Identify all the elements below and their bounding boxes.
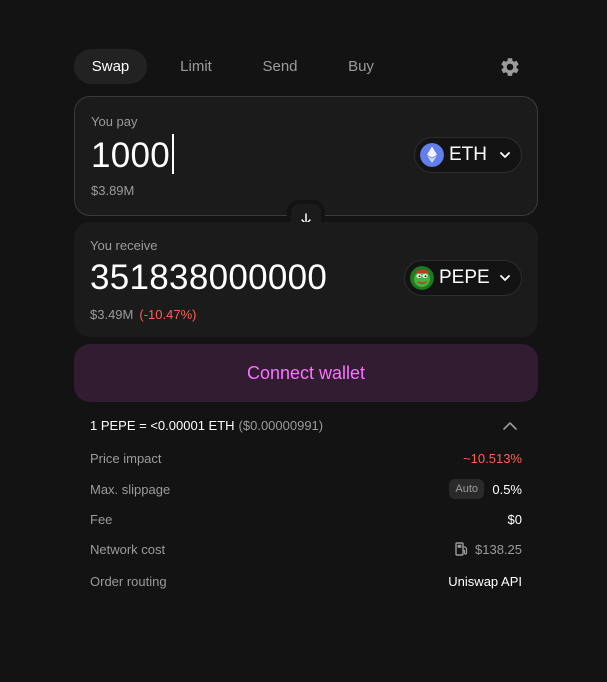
detail-price-impact: Price impact ~10.513%	[90, 451, 522, 471]
chevron-down-icon	[500, 275, 510, 281]
receive-amount-input[interactable]: 351838000000	[90, 258, 327, 298]
order-routing-label: Order routing	[90, 574, 167, 589]
gear-icon[interactable]	[499, 56, 521, 78]
order-routing-value: Uniswap API	[448, 574, 522, 589]
rate-main: 1 PEPE = <0.00001 ETH	[90, 418, 235, 433]
connect-wallet-button[interactable]: Connect wallet	[74, 344, 538, 402]
swap-tabs: Swap Limit Send Buy	[74, 49, 538, 84]
max-slippage-label: Max. slippage	[90, 482, 171, 497]
tab-send[interactable]: Send	[250, 49, 310, 84]
gas-pump-icon	[455, 542, 468, 556]
pay-token-symbol: ETH	[449, 144, 487, 165]
pay-panel: You pay 1000 $3.89M ETH	[74, 96, 538, 216]
receive-usd-value: $3.49M	[90, 307, 134, 322]
auto-badge: Auto	[449, 479, 484, 499]
price-impact-label: Price impact	[90, 451, 162, 466]
receive-usd-info: $3.49M (-10.47%)	[90, 307, 196, 322]
text-caret	[172, 134, 174, 174]
chevron-down-icon	[500, 152, 510, 158]
pay-label: You pay	[91, 114, 138, 129]
receive-label: You receive	[90, 238, 158, 253]
network-cost-value: $138.25	[475, 542, 522, 557]
pay-amount-input[interactable]: 1000	[91, 134, 174, 176]
receive-token-selector[interactable]: PEPE	[404, 260, 522, 296]
network-cost-label: Network cost	[90, 542, 166, 557]
detail-order-routing: Order routing Uniswap API	[90, 574, 522, 594]
detail-max-slippage: Max. slippage Auto 0.5%	[90, 479, 522, 502]
price-change: (-10.47%)	[139, 307, 197, 322]
pepe-icon	[410, 266, 434, 290]
tab-buy[interactable]: Buy	[336, 49, 386, 84]
rate-usd: ($0.00000991)	[238, 418, 324, 433]
chevron-up-icon[interactable]	[502, 420, 518, 432]
fee-value: $0	[507, 512, 522, 527]
pay-amount-value: 1000	[91, 136, 171, 175]
receive-panel: You receive 351838000000 $3.49M (-10.47%)…	[74, 222, 538, 337]
pay-usd-value: $3.89M	[91, 183, 135, 198]
eth-icon	[420, 143, 444, 167]
tab-limit[interactable]: Limit	[166, 49, 226, 84]
pay-token-selector[interactable]: ETH	[414, 137, 522, 173]
tab-swap[interactable]: Swap	[74, 49, 147, 84]
detail-fee: Fee $0	[90, 512, 522, 532]
detail-network-cost: Network cost $138.25	[90, 542, 522, 562]
exchange-rate[interactable]: 1 PEPE = <0.00001 ETH ($0.00000991)	[90, 418, 323, 433]
fee-label: Fee	[90, 512, 113, 527]
price-impact-value: ~10.513%	[463, 451, 522, 466]
receive-token-symbol: PEPE	[439, 267, 490, 288]
max-slippage-value: 0.5%	[492, 482, 522, 497]
